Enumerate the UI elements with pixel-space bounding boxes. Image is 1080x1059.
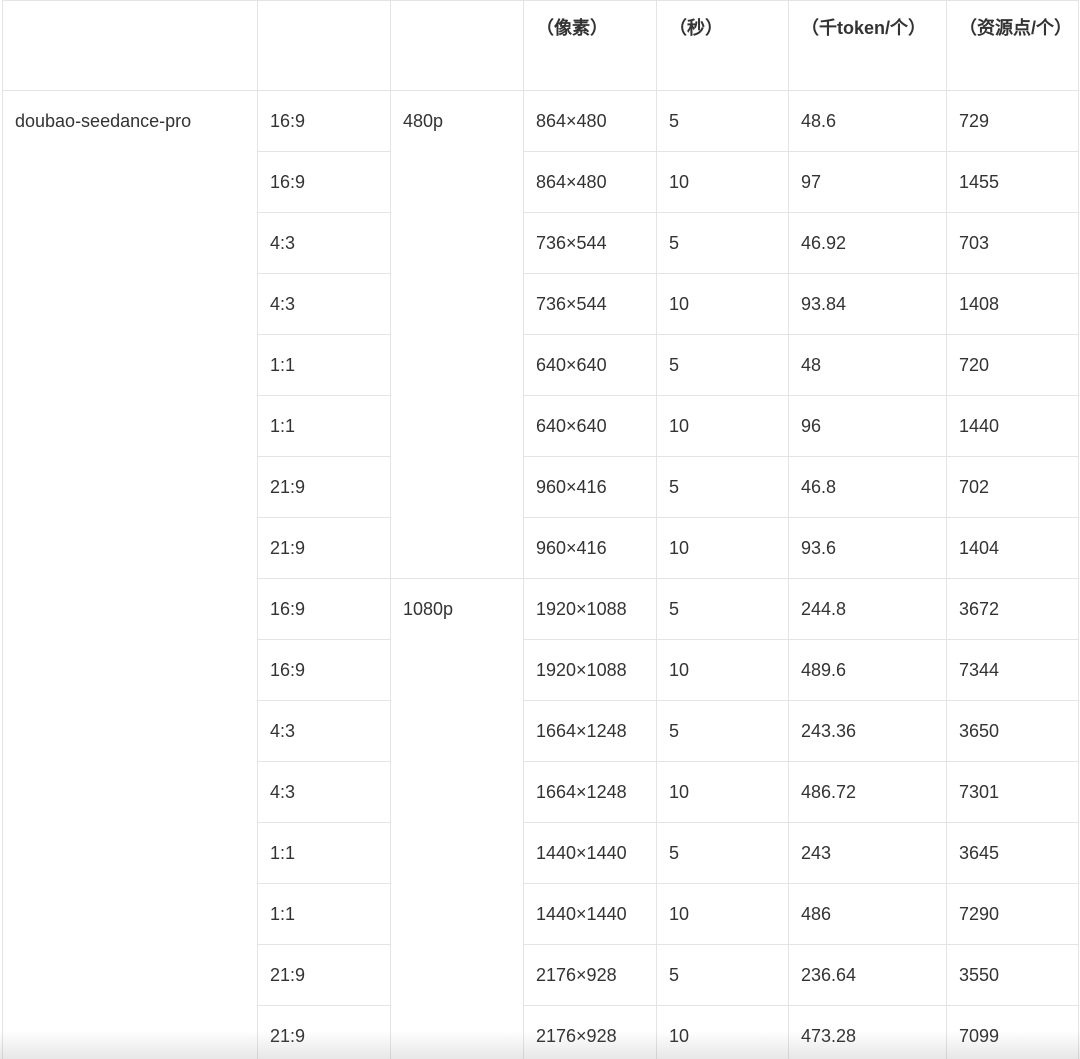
seconds-cell: 5 (656, 90, 789, 152)
header-resolution (390, 0, 524, 91)
ratio-cell: 16:9 (257, 151, 391, 213)
points-cell: 1440 (946, 395, 1079, 457)
seconds-cell: 5 (656, 212, 789, 274)
points-cell: 720 (946, 334, 1079, 396)
pixels-cell: 1664×1248 (523, 700, 657, 762)
ktokens-cell: 93.84 (788, 273, 947, 335)
ratio-cell: 16:9 (257, 90, 391, 152)
header-seconds: （秒） (656, 0, 789, 91)
pixels-cell: 960×416 (523, 456, 657, 518)
pixels-cell: 2176×928 (523, 944, 657, 1006)
points-cell: 1404 (946, 517, 1079, 579)
seconds-cell: 5 (656, 700, 789, 762)
seconds-cell: 10 (656, 639, 789, 701)
model-name-cell: doubao-seedance-pro (2, 90, 258, 1059)
header-ktokens: （千token/个） (788, 0, 947, 91)
ktokens-cell: 48.6 (788, 90, 947, 152)
ratio-cell: 16:9 (257, 578, 391, 640)
pixels-cell: 2176×928 (523, 1005, 657, 1059)
header-pixels: （像素） (523, 0, 657, 91)
pixels-cell: 1440×1440 (523, 883, 657, 945)
seconds-cell: 10 (656, 151, 789, 213)
ktokens-cell: 48 (788, 334, 947, 396)
points-cell: 702 (946, 456, 1079, 518)
ktokens-cell: 46.92 (788, 212, 947, 274)
pixels-cell: 864×480 (523, 90, 657, 152)
header-row: （像素） （秒） （千token/个） （资源点/个） (2, 0, 1079, 91)
ktokens-cell: 93.6 (788, 517, 947, 579)
resolution-cell: 480p (390, 90, 524, 579)
ratio-cell: 4:3 (257, 700, 391, 762)
ktokens-cell: 97 (788, 151, 947, 213)
ratio-cell: 21:9 (257, 944, 391, 1006)
points-cell: 7344 (946, 639, 1079, 701)
points-cell: 7290 (946, 883, 1079, 945)
seconds-cell: 10 (656, 1005, 789, 1059)
ktokens-cell: 244.8 (788, 578, 947, 640)
ratio-cell: 21:9 (257, 1005, 391, 1059)
header-ratio (257, 0, 391, 91)
pixels-cell: 1664×1248 (523, 761, 657, 823)
points-cell: 703 (946, 212, 1079, 274)
ratio-cell: 21:9 (257, 456, 391, 518)
seconds-cell: 10 (656, 273, 789, 335)
ktokens-cell: 243.36 (788, 700, 947, 762)
seconds-cell: 5 (656, 456, 789, 518)
pixels-cell: 640×640 (523, 334, 657, 396)
points-cell: 1408 (946, 273, 1079, 335)
seconds-cell: 5 (656, 578, 789, 640)
seconds-cell: 10 (656, 883, 789, 945)
ktokens-cell: 486 (788, 883, 947, 945)
ratio-cell: 4:3 (257, 212, 391, 274)
seconds-cell: 5 (656, 944, 789, 1006)
points-cell: 7099 (946, 1005, 1079, 1059)
ratio-cell: 1:1 (257, 822, 391, 884)
ratio-cell: 21:9 (257, 517, 391, 579)
points-cell: 7301 (946, 761, 1079, 823)
pixels-cell: 1440×1440 (523, 822, 657, 884)
points-cell: 3645 (946, 822, 1079, 884)
header-model (2, 0, 258, 91)
points-cell: 729 (946, 90, 1079, 152)
ktokens-cell: 473.28 (788, 1005, 947, 1059)
ktokens-cell: 96 (788, 395, 947, 457)
resolution-cell: 1080p (390, 578, 524, 1059)
seconds-cell: 10 (656, 395, 789, 457)
seconds-cell: 5 (656, 334, 789, 396)
pixels-cell: 640×640 (523, 395, 657, 457)
ktokens-cell: 486.72 (788, 761, 947, 823)
ktokens-cell: 489.6 (788, 639, 947, 701)
ratio-cell: 1:1 (257, 883, 391, 945)
ktokens-cell: 243 (788, 822, 947, 884)
ratio-cell: 4:3 (257, 761, 391, 823)
pricing-table: （像素） （秒） （千token/个） （资源点/个） doubao-seeda… (2, 0, 1079, 1059)
pixels-cell: 1920×1088 (523, 639, 657, 701)
seconds-cell: 5 (656, 822, 789, 884)
seconds-cell: 10 (656, 761, 789, 823)
pixels-cell: 864×480 (523, 151, 657, 213)
table-body: doubao-seedance-pro 16:9 480p 864×480 5 48.6 7… (2, 90, 1079, 1059)
pixels-cell: 736×544 (523, 212, 657, 274)
ratio-cell: 1:1 (257, 395, 391, 457)
pixels-cell: 1920×1088 (523, 578, 657, 640)
ratio-cell: 1:1 (257, 334, 391, 396)
points-cell: 3550 (946, 944, 1079, 1006)
seconds-cell: 10 (656, 517, 789, 579)
points-cell: 3650 (946, 700, 1079, 762)
ktokens-cell: 46.8 (788, 456, 947, 518)
header-points: （资源点/个） (946, 0, 1079, 91)
points-cell: 3672 (946, 578, 1079, 640)
table-row: doubao-seedance-pro 16:9 480p 864×480 5 48.6 7… (2, 90, 1079, 1059)
pixels-cell: 960×416 (523, 517, 657, 579)
ratio-cell: 4:3 (257, 273, 391, 335)
points-cell: 1455 (946, 151, 1079, 213)
ratio-cell: 16:9 (257, 639, 391, 701)
pixels-cell: 736×544 (523, 273, 657, 335)
ktokens-cell: 236.64 (788, 944, 947, 1006)
